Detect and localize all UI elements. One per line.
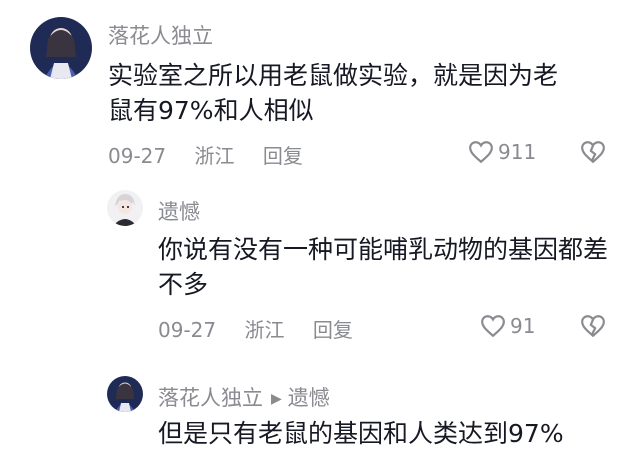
- avatar-image: [107, 376, 143, 412]
- broken-heart-icon: [581, 315, 605, 338]
- comment-date: 09-27: [108, 144, 167, 168]
- avatar[interactable]: [30, 17, 92, 79]
- broken-heart-icon: [581, 141, 605, 164]
- avatar-image: [107, 190, 143, 226]
- comment-location: 浙江: [194, 144, 235, 168]
- comment-meta: 09-27 浙江 回复: [108, 140, 325, 169]
- avatar[interactable]: [107, 190, 143, 226]
- like-count: 91: [510, 314, 536, 338]
- avatar-image: [30, 17, 92, 79]
- dislike-button[interactable]: [580, 140, 606, 164]
- like-count: 911: [498, 140, 537, 164]
- reply-item: 落花人独立 ▶ 遗憾 但是只有老鼠的基因和人类达到97%: [0, 360, 640, 452]
- comment-item: 落花人独立 实验室之所以用老鼠做实验，就是因为老鼠有97%和人相似 09-27 …: [0, 0, 640, 180]
- reply-item: 遗憾 你说有没有一种可能哺乳动物的基因都差不多 09-27 浙江 回复 91: [0, 180, 640, 355]
- comment-text: 但是只有老鼠的基因和人类达到97%: [158, 419, 564, 448]
- comment-date: 09-27: [158, 318, 217, 342]
- triangle-right-icon: ▶: [271, 391, 282, 407]
- like-button[interactable]: 911: [468, 140, 536, 164]
- reply-button[interactable]: 回复: [313, 318, 353, 342]
- comment-username[interactable]: 落花人独立: [158, 386, 263, 410]
- comment-text: 你说有没有一种可能哺乳动物的基因都差不多: [158, 235, 609, 299]
- comment-meta: 09-27 浙江 回复: [158, 314, 375, 343]
- heart-outline-icon: [469, 141, 493, 164]
- like-button[interactable]: 91: [480, 314, 535, 338]
- reply-target-username[interactable]: 遗憾: [288, 386, 330, 410]
- comment-location: 浙江: [244, 318, 285, 342]
- reply-header: 落花人独立 ▶ 遗憾: [158, 382, 330, 412]
- heart-outline-icon: [481, 315, 505, 338]
- dislike-button[interactable]: [580, 314, 606, 338]
- comment-username[interactable]: 落花人独立: [108, 20, 213, 50]
- avatar[interactable]: [107, 376, 143, 412]
- reply-button[interactable]: 回复: [263, 144, 303, 168]
- comment-username[interactable]: 遗憾: [158, 196, 200, 226]
- comment-text: 实验室之所以用老鼠做实验，就是因为老鼠有97%和人相似: [108, 61, 559, 125]
